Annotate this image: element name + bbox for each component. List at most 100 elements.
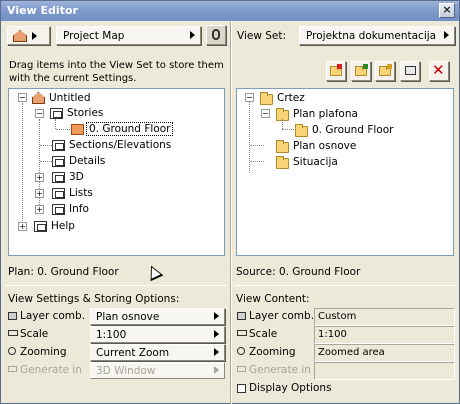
tree-line xyxy=(56,129,70,130)
chevron-right-icon xyxy=(444,31,449,39)
expand-toggle[interactable]: + xyxy=(35,205,44,214)
tree-node-view-ground-floor[interactable]: 0. Ground Floor xyxy=(310,123,395,137)
new-folder-button[interactable] xyxy=(326,61,346,81)
scale-label: Scale xyxy=(20,328,49,340)
source-status: Source: 0. Ground Floor xyxy=(236,266,361,278)
layer-comb-dropdown[interactable]: Plan osnove xyxy=(90,308,225,325)
generate-in-label: Generate in xyxy=(20,364,82,376)
scale-dropdown[interactable]: 1:100 xyxy=(90,326,225,343)
tree-line xyxy=(40,145,52,146)
project-icon xyxy=(32,92,45,104)
scale-label: Scale xyxy=(249,328,278,340)
generate-in-dropdown: 3D Window xyxy=(90,362,225,379)
view-set-dropdown[interactable]: Projektna dokumentacija xyxy=(299,26,455,45)
layers-icon xyxy=(8,312,17,320)
tree-node-ground-floor[interactable]: 0. Ground Floor xyxy=(86,122,174,136)
delete-button[interactable]: ✕ xyxy=(429,61,449,81)
zooming-label: Zooming xyxy=(249,346,296,358)
view-set-label: View Set: xyxy=(237,30,287,42)
new-folder-icon xyxy=(330,66,342,76)
scale-value-field: 1:100 xyxy=(314,326,455,344)
tree-node-situacija[interactable]: Situacija xyxy=(291,155,340,169)
scale-value: 1:100 xyxy=(96,329,127,341)
zooming-dropdown[interactable]: Current Zoom xyxy=(90,344,225,361)
tree-node-help[interactable]: Help xyxy=(49,219,77,233)
chevron-right-icon xyxy=(32,32,37,40)
tree-node-3d[interactable]: 3D xyxy=(67,170,86,184)
floor-plan-icon xyxy=(71,124,84,135)
project-map-icon-button[interactable] xyxy=(7,26,50,45)
collapse-toggle[interactable]: − xyxy=(245,93,254,102)
help-icon xyxy=(34,221,47,232)
info-icon xyxy=(52,204,65,215)
pane-divider[interactable] xyxy=(230,22,232,404)
title-bar[interactable]: View Editor × xyxy=(1,1,459,21)
clone-folder-button[interactable] xyxy=(351,61,371,81)
view-icon xyxy=(295,124,308,137)
magnifier-icon xyxy=(237,347,245,355)
tree-node-crtez[interactable]: Crtez xyxy=(275,91,307,105)
view-settings-icon xyxy=(405,66,416,75)
3d-icon xyxy=(52,172,65,183)
tree-node-stories[interactable]: Stories xyxy=(65,106,105,120)
collapse-toggle[interactable]: − xyxy=(261,109,270,118)
sections-icon xyxy=(52,140,65,151)
project-map-icon xyxy=(13,30,27,42)
new-badge-icon xyxy=(337,64,342,69)
lists-icon xyxy=(52,188,65,199)
divider xyxy=(5,285,227,286)
layer-comb-label: Layer comb. xyxy=(249,310,315,322)
view-editor-window: View Editor × Project Map Drag items int… xyxy=(0,0,460,404)
display-options-link[interactable]: Display Options xyxy=(249,382,332,394)
layer-comb-value: Plan osnove xyxy=(96,311,160,323)
collapse-toggle[interactable]: − xyxy=(35,109,44,118)
folder-icon xyxy=(260,92,273,105)
plus-icon xyxy=(363,64,368,69)
settings-header: View Settings & Storing Options: xyxy=(8,293,180,305)
expand-toggle[interactable]: + xyxy=(18,222,27,231)
window-title: View Editor xyxy=(7,4,78,17)
view-set-tree[interactable]: − Crtez − Plan plafona 0. Ground Floor P… xyxy=(236,88,454,256)
tree-node-info[interactable]: Info xyxy=(67,202,91,216)
project-map-dropdown[interactable]: Project Map xyxy=(56,26,201,45)
view-settings-button[interactable] xyxy=(400,61,420,81)
tree-line xyxy=(55,119,56,129)
divider xyxy=(234,285,456,286)
tree-line xyxy=(40,161,52,162)
display-options-icon xyxy=(237,384,246,393)
collapse-toggle[interactable]: − xyxy=(18,93,27,102)
generate-in-label: Generate in xyxy=(249,364,311,376)
tree-node-untitled[interactable]: Untitled xyxy=(47,91,93,105)
folder-icon xyxy=(276,140,289,153)
zooming-value-field: Zoomed area xyxy=(314,344,455,362)
tree-node-details[interactable]: Details xyxy=(67,154,107,168)
chevron-right-icon xyxy=(214,330,219,338)
tree-node-lists[interactable]: Lists xyxy=(67,186,95,200)
tree-node-plan-plafona[interactable]: Plan plafona xyxy=(291,107,360,121)
mouse-cursor xyxy=(144,262,164,282)
chevron-right-icon xyxy=(190,31,195,39)
chevron-right-icon xyxy=(214,312,219,320)
chevron-right-icon xyxy=(214,366,219,374)
tree-line xyxy=(22,103,23,227)
project-map-tree[interactable]: − Untitled − Stories 0. Ground Floor Sec… xyxy=(8,88,225,256)
tree-line xyxy=(250,145,264,146)
content-header: View Content: xyxy=(236,293,310,305)
star-icon xyxy=(387,64,392,69)
new-view-button[interactable] xyxy=(375,61,395,81)
zooming-label: Zooming xyxy=(20,346,67,358)
generate-icon xyxy=(8,366,17,372)
tree-line xyxy=(282,129,294,130)
instructions-text: Drag items into the View Set to store th… xyxy=(9,60,224,84)
tree-node-sections[interactable]: Sections/Elevations xyxy=(67,138,173,152)
tree-node-plan-osnove[interactable]: Plan osnove xyxy=(291,139,358,153)
magnifier-icon xyxy=(8,347,16,355)
zooming-value: Current Zoom xyxy=(96,347,170,359)
plan-status: Plan: 0. Ground Floor xyxy=(8,266,119,278)
expand-toggle[interactable]: + xyxy=(35,173,44,182)
expand-toggle[interactable]: + xyxy=(35,189,44,198)
generate-icon xyxy=(237,366,246,372)
chain-link-button[interactable] xyxy=(206,25,226,45)
tree-line xyxy=(249,101,250,173)
close-button[interactable]: × xyxy=(439,3,455,18)
